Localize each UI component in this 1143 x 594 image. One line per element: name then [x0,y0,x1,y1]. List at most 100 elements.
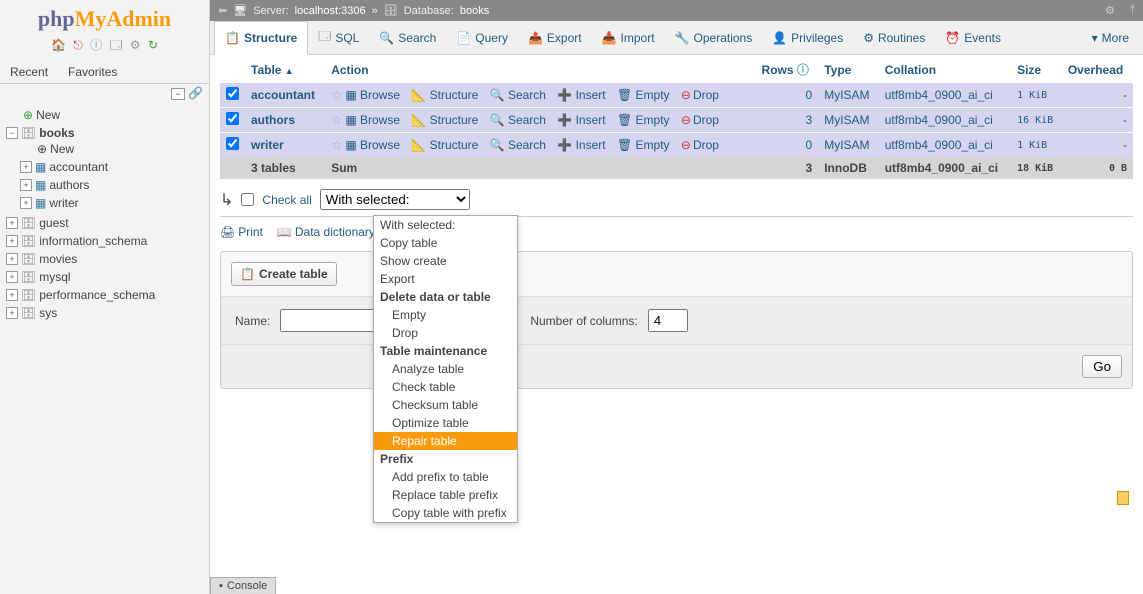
drop-link[interactable]: ⊖ Drop [681,138,719,152]
plus-icon[interactable]: + [6,271,18,283]
col-rows[interactable]: Rows ⓘ [756,57,819,83]
table-name[interactable]: accountant [251,88,315,102]
plus-icon[interactable]: + [6,235,18,247]
link-icon[interactable]: 🔗 [188,86,203,100]
logo[interactable]: phpMyAdmin [0,0,209,34]
empty-link[interactable]: 🗑 Empty [617,113,670,127]
tab-operations[interactable]: 🔧Operations [665,21,763,54]
reload-icon[interactable]: ↻ [148,38,158,52]
collapse-icon[interactable]: − [171,88,184,100]
gear-icon[interactable]: ⚙ [1105,4,1115,17]
with-selected-dropdown[interactable]: With selected: [320,189,470,210]
drop-link[interactable]: ⊖ Drop [681,113,719,127]
tree-item-writer[interactable]: + ▦ writer [6,196,203,210]
empty-link[interactable]: 🗑 Empty [617,88,670,102]
tab-more[interactable]: ▾More [1082,21,1139,54]
plus-icon[interactable]: + [20,161,32,173]
info-icon[interactable]: ⓘ [797,63,809,77]
tab-import[interactable]: 📥Import [592,21,665,54]
console-toggle[interactable]: ▪ Console [210,577,276,594]
sql-icon[interactable]: 🗔 [109,38,122,52]
tab-privileges[interactable]: 👤Privileges [762,21,853,54]
tree-db-performance_schema[interactable]: + 🗄 performance_schema [6,288,203,302]
tree-db-information_schema[interactable]: + 🗄 information_schema [6,234,203,248]
browse-link[interactable]: ▦ Browse [345,138,400,152]
plus-icon[interactable]: + [20,179,32,191]
tab-routines[interactable]: ⚙Routines [853,21,935,54]
insert-link[interactable]: ➕ Insert [557,113,605,127]
collation-val[interactable]: utf8mb4_0900_ai_ci [879,133,1011,158]
star-icon[interactable]: ☆ [331,138,342,152]
menu-item-add-prefix-to-table[interactable]: Add prefix to table [374,468,517,486]
tree-item-authors[interactable]: + ▦ authors [6,178,203,192]
row-checkbox[interactable] [226,87,239,100]
tab-events[interactable]: ⏰Events [935,21,1011,54]
collation-val[interactable]: utf8mb4_0900_ai_ci [879,83,1011,108]
tab-query[interactable]: 📄Query [446,21,518,54]
checkall-label[interactable]: Check all [262,193,311,207]
tree-item-new[interactable]: ⊕ New [6,142,203,156]
print-link[interactable]: 🖨Print [220,225,263,239]
plus-icon[interactable]: + [20,197,32,209]
menu-item-with-selected:[interactable]: With selected: [374,216,517,234]
tree-db-books[interactable]: −🗄books [6,126,203,140]
drop-link[interactable]: ⊖ Drop [681,88,719,102]
tree-db-guest[interactable]: + 🗄 guest [6,216,203,230]
menu-item-optimize-table[interactable]: Optimize table [374,414,517,432]
settings-icon[interactable]: ⚙ [130,38,141,52]
tab-search[interactable]: 🔍Search [369,21,446,54]
breadcrumb-server[interactable]: localhost:3306 [295,5,366,17]
tab-favorites[interactable]: Favorites [58,61,127,83]
tree-item-accountant[interactable]: + ▦ accountant [6,160,203,174]
menu-item-replace-table-prefix[interactable]: Replace table prefix [374,486,517,504]
menu-item-copy-table-with-prefix[interactable]: Copy table with prefix [374,504,517,522]
menu-item-drop[interactable]: Drop [374,324,517,342]
col-table[interactable]: Table ▲ [245,57,325,83]
structure-link[interactable]: 📐 Structure [411,113,478,127]
go-button[interactable]: Go [1082,355,1122,378]
help-icon[interactable]: ⓘ [90,38,102,52]
plus-icon[interactable]: + [6,253,18,265]
browse-link[interactable]: ▦ Browse [345,113,400,127]
create-table-button[interactable]: 📋 Create table [231,262,337,286]
menu-item-checksum-table[interactable]: Checksum table [374,396,517,414]
page-exit-icon[interactable]: ⤒ [1130,4,1135,17]
exit-icon[interactable]: ⎋ [73,38,83,52]
insert-link[interactable]: ➕ Insert [557,138,605,152]
menu-item-copy-table[interactable]: Copy table [374,234,517,252]
plus-icon[interactable]: + [6,307,18,319]
menu-item-check-table[interactable]: Check table [374,378,517,396]
num-columns-input[interactable] [648,309,688,332]
bookmark-icon[interactable] [1117,491,1129,505]
checkall-checkbox[interactable] [241,193,254,206]
menu-item-repair-table[interactable]: Repair table [374,432,517,450]
minus-icon[interactable]: − [6,127,18,139]
empty-link[interactable]: 🗑 Empty [617,138,670,152]
structure-link[interactable]: 📐 Structure [411,138,478,152]
structure-link[interactable]: 📐 Structure [411,88,478,102]
search-link[interactable]: 🔍 Search [490,88,546,102]
browse-link[interactable]: ▦ Browse [345,88,400,102]
home-icon[interactable]: 🏠 [51,38,66,52]
star-icon[interactable]: ☆ [331,88,342,102]
search-link[interactable]: 🔍 Search [490,138,546,152]
tab-sql[interactable]: 🗔SQL [308,21,369,54]
tree-db-sys[interactable]: + 🗄 sys [6,306,203,320]
tab-export[interactable]: 📤Export [518,21,592,54]
tree-db-movies[interactable]: + 🗄 movies [6,252,203,266]
data-dictionary-link[interactable]: 📖Data dictionary [277,225,375,239]
menu-item-export[interactable]: Export [374,270,517,288]
nav-toggle-icon[interactable]: ⬅ [218,4,227,17]
plus-icon[interactable]: + [6,217,18,229]
tree-new[interactable]: ⊕New [6,108,203,122]
search-link[interactable]: 🔍 Search [490,113,546,127]
row-checkbox[interactable] [226,112,239,125]
menu-item-analyze-table[interactable]: Analyze table [374,360,517,378]
plus-icon[interactable]: + [6,289,18,301]
insert-link[interactable]: ➕ Insert [557,88,605,102]
breadcrumb-db[interactable]: books [460,5,489,17]
menu-item-empty[interactable]: Empty [374,306,517,324]
star-icon[interactable]: ☆ [331,113,342,127]
tree-db-mysql[interactable]: + 🗄 mysql [6,270,203,284]
collation-val[interactable]: utf8mb4_0900_ai_ci [879,108,1011,133]
